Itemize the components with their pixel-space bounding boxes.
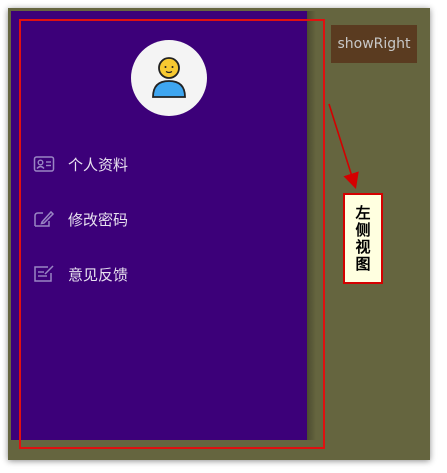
callout-text: 左侧视图 (353, 204, 372, 273)
annotation-callout: 左侧视图 (343, 193, 383, 284)
